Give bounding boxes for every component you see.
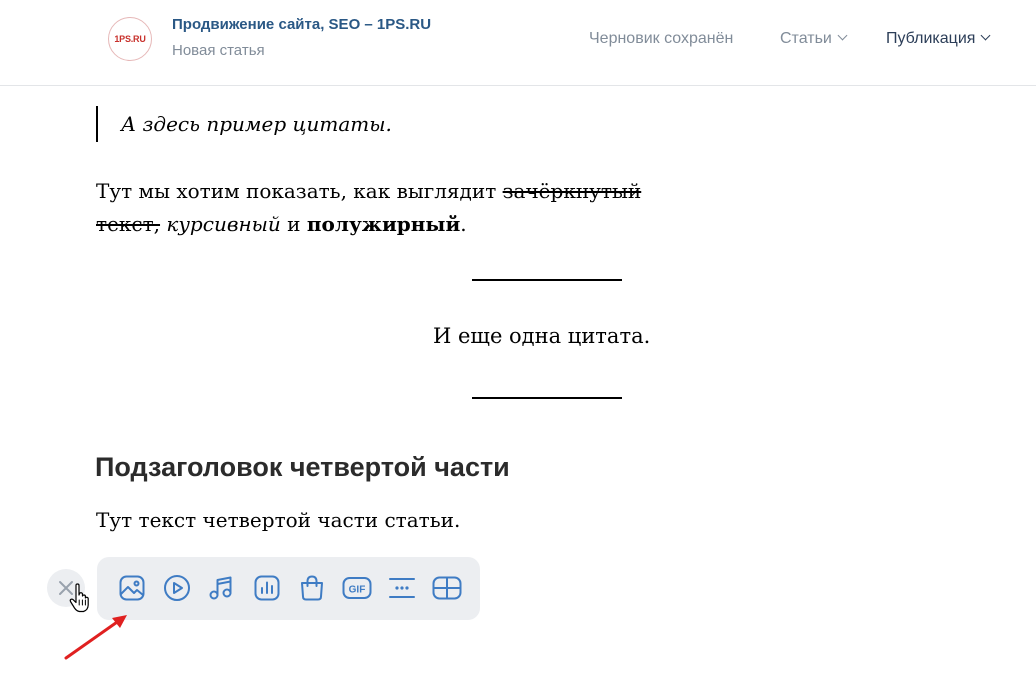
quote-divider-bottom <box>472 397 622 399</box>
image-icon <box>119 575 145 601</box>
product-bag-icon <box>301 575 323 601</box>
svg-text:GIF: GIF <box>349 585 366 596</box>
blockquote[interactable]: А здесь пример цитаты. <box>121 112 392 136</box>
bold-text: полужирный <box>306 212 461 236</box>
insert-gif-button[interactable]: GIF <box>342 573 372 603</box>
chevron-down-icon <box>980 30 991 41</box>
video-icon <box>164 575 190 601</box>
site-logo[interactable]: 1PS.RU <box>108 17 152 61</box>
separator-icon <box>389 578 415 598</box>
italic-text: курсивный <box>166 212 281 236</box>
center-quote[interactable]: И еще одна цитата. <box>433 324 650 348</box>
music-icon <box>209 576 232 600</box>
page-subtitle: Новая статья <box>172 42 265 59</box>
insert-media-toolbar: GIF <box>97 557 480 620</box>
articles-menu[interactable]: Статьи <box>780 30 848 48</box>
logo-text: 1PS.RU <box>114 34 146 44</box>
editor-header: 1PS.RU Продвижение сайта, SEO – 1PS.RU Н… <box>0 0 1036 86</box>
insert-poll-button[interactable] <box>252 573 282 603</box>
paragraph[interactable]: Тут текст четвертой части статьи. <box>96 508 460 532</box>
publish-menu[interactable]: Публикация <box>886 30 991 48</box>
paragraph[interactable]: Тут мы хотим показать, как выглядит зачё… <box>96 175 696 241</box>
gif-icon: GIF <box>342 577 372 599</box>
table-icon <box>432 576 462 600</box>
insert-audio-button[interactable] <box>206 573 236 603</box>
insert-table-button[interactable] <box>432 573 462 603</box>
articles-menu-label: Статьи <box>780 30 832 47</box>
quote-divider-top <box>472 279 622 281</box>
subheading[interactable]: Подзаголовок четвертой части <box>95 452 510 483</box>
text: Тут мы хотим показать, как выглядит <box>96 179 503 203</box>
chevron-down-icon <box>837 30 848 41</box>
insert-video-button[interactable] <box>162 573 192 603</box>
quote-bar <box>96 106 98 142</box>
text: . <box>460 212 467 236</box>
insert-image-button[interactable] <box>117 573 147 603</box>
publish-menu-label: Публикация <box>886 30 976 47</box>
insert-separator-button[interactable] <box>387 573 417 603</box>
draft-status: Черновик сохранён <box>589 30 734 47</box>
insert-product-button[interactable] <box>297 573 327 603</box>
text: и <box>280 212 307 236</box>
chart-icon <box>254 575 280 601</box>
site-title[interactable]: Продвижение сайта, SEO – 1PS.RU <box>172 16 431 33</box>
annotation-arrow-icon <box>64 615 127 660</box>
